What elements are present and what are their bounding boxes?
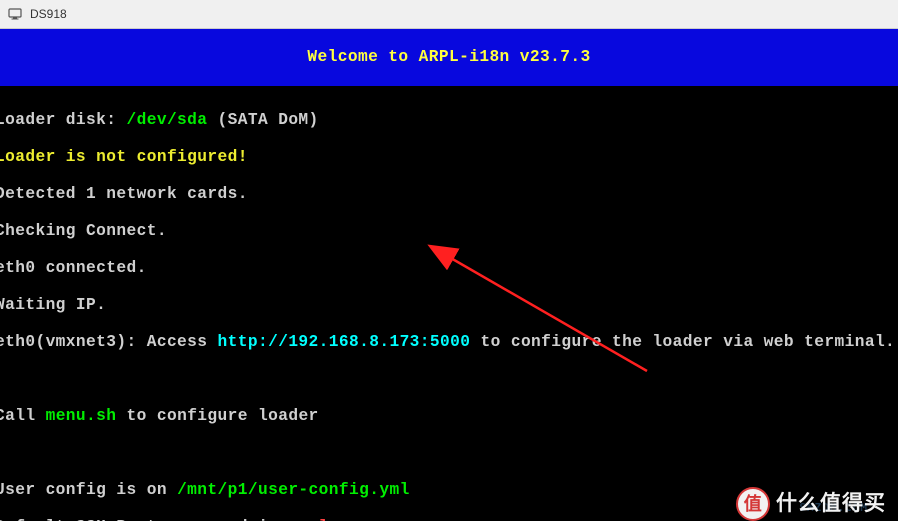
menu-sh: menu.sh (46, 407, 117, 425)
call-prefix: Call (0, 407, 46, 425)
watermark: 值 什么值得买 (736, 487, 886, 521)
eth0-connected: eth0 connected. (0, 259, 147, 277)
window-titlebar: DS918 (0, 0, 898, 29)
terminal[interactable]: Welcome to ARPL-i18n v23.7.3 Loader disk… (0, 29, 898, 521)
checking-connect: Checking Connect. (0, 222, 167, 240)
watermark-badge: 值 (736, 487, 770, 521)
loader-not-configured: Loader is not configured! (0, 148, 248, 166)
detected-cards: Detected 1 network cards. (0, 185, 248, 203)
watermark-text: 什么值得买 (776, 495, 886, 514)
terminal-output: Loader disk: /dev/sda (SATA DoM) Loader … (0, 86, 898, 521)
welcome-banner: Welcome to ARPL-i18n v23.7.3 (0, 29, 898, 86)
loader-disk-value: /dev/sda (126, 111, 207, 129)
user-config-prefix: User config is on (0, 481, 177, 499)
banner-text: Welcome to ARPL-i18n v23.7.3 (307, 48, 590, 67)
loader-disk-sata: (SATA DoM) (207, 111, 318, 129)
ssh-prefix: Default SSH Root password is (0, 518, 288, 521)
waiting-ip: Waiting IP. (0, 296, 106, 314)
monitor-icon (8, 7, 22, 21)
eth0-access-suffix: to configure the loader via web terminal… (470, 333, 895, 351)
window-title: DS918 (30, 7, 67, 21)
user-config-path: /mnt/p1/user-config.yml (177, 481, 410, 499)
ssh-password: arpl (288, 518, 328, 521)
loader-disk-label: Loader disk: (0, 111, 126, 129)
call-suffix: to configure loader (116, 407, 318, 425)
eth0-access-prefix: eth0(vmxnet3): Access (0, 333, 218, 351)
config-url: http://192.168.8.173:5000 (218, 333, 471, 351)
